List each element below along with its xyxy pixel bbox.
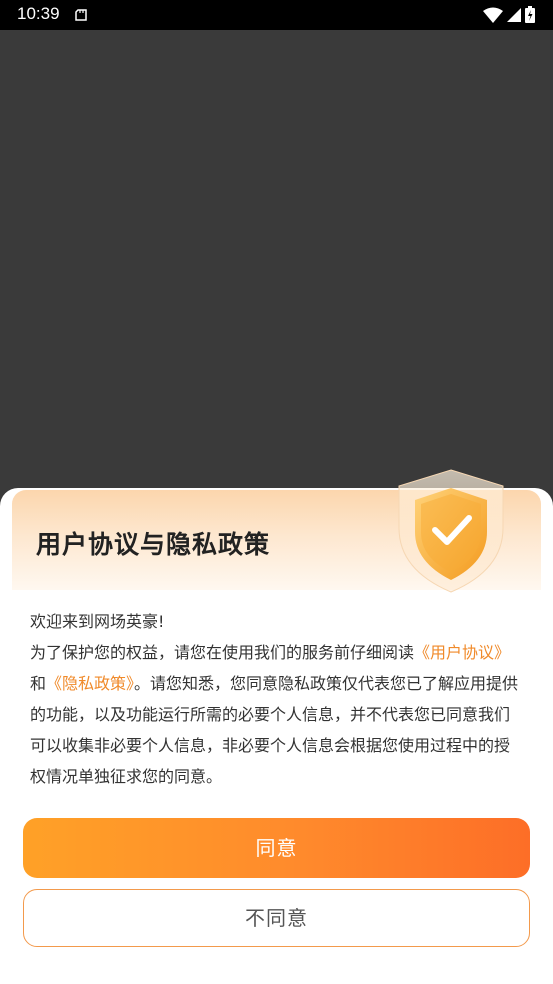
dialog-title: 用户协议与隐私政策	[36, 530, 271, 559]
modal-backdrop[interactable]	[0, 30, 553, 490]
status-icons	[483, 6, 535, 27]
welcome-text: 欢迎来到网场英豪!	[30, 612, 165, 631]
agreement-dialog: 用户协议与隐私政策 欢迎来到网场英豪! 为了保护您的权益，请您在使用我们的服务前…	[0, 469, 553, 984]
shield-check-icon	[398, 469, 504, 593]
wifi-icon	[483, 7, 503, 27]
status-time: 10:39	[17, 4, 60, 23]
user-agreement-link[interactable]: 《用户协议》	[414, 643, 510, 662]
disagree-button[interactable]: 不同意	[23, 889, 530, 947]
status-bar: 10:39	[0, 0, 553, 30]
dialog-body: 欢迎来到网场英豪! 为了保护您的权益，请您在使用我们的服务前仔细阅读《用户协议》…	[30, 606, 520, 792]
privacy-policy-link[interactable]: 《隐私政策》	[46, 674, 134, 693]
intro-text: 为了保护您的权益，请您在使用我们的服务前仔细阅读	[30, 643, 415, 662]
agree-button[interactable]: 同意	[23, 818, 530, 878]
and-text: 和	[30, 674, 47, 693]
battery-icon	[525, 6, 535, 27]
agreement-paragraph: 为了保护您的权益，请您在使用我们的服务前仔细阅读《用户协议》 和《隐私政策》。请您…	[30, 637, 520, 792]
notification-icon	[74, 7, 90, 27]
signal-icon	[507, 7, 521, 27]
